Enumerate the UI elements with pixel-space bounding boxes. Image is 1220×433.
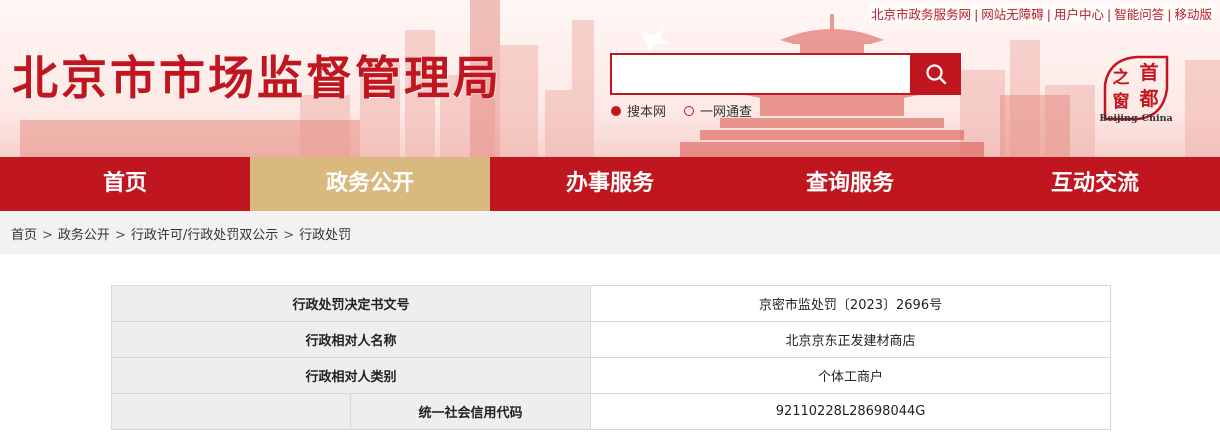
- capital-window-subtitle: Beijing-China: [1099, 113, 1173, 124]
- search-scope-all-label: 一网通查: [700, 105, 753, 120]
- nav-item-services[interactable]: 办事服务: [490, 157, 730, 211]
- breadcrumb-separator: >: [42, 228, 53, 243]
- breadcrumb-separator: >: [283, 228, 295, 243]
- nav-item-query[interactable]: 查询服务: [730, 157, 970, 211]
- row-label-doc-number: 行政处罚决定书文号: [110, 285, 592, 322]
- site-header: 北京市政务服务网 | 网站无障碍 | 用户中心 | 智能问答 | 移动版 北京市市场监督管理局 …: [0, 0, 1220, 157]
- top-link-user-center[interactable]: 用户中心: [1054, 7, 1104, 22]
- separator: |: [1107, 7, 1112, 22]
- row-value-credit-code: 92110228L28698044G: [590, 393, 1112, 430]
- separator: |: [974, 7, 979, 22]
- search-button[interactable]: [910, 53, 961, 95]
- search-scope-all[interactable]: 一网通查: [684, 101, 752, 120]
- nav-item-interaction[interactable]: 互动交流: [970, 157, 1220, 211]
- svg-text:窗: 窗: [1113, 91, 1130, 112]
- main-nav: 首页 政务公开 办事服务 查询服务 互动交流: [0, 157, 1220, 211]
- row-value-doc-number: 京密市监处罚〔2023〕2696号: [590, 285, 1112, 322]
- table-row: 统一社会信用代码 92110228L28698044G: [111, 393, 1112, 430]
- table-row: 行政相对人类别 个体工商户: [110, 357, 1112, 394]
- top-links-bar: 北京市政务服务网 | 网站无障碍 | 用户中心 | 智能问答 | 移动版: [869, 4, 1214, 23]
- row-value-party-type: 个体工商户: [590, 357, 1112, 394]
- svg-text:首: 首: [1139, 61, 1158, 84]
- breadcrumb-double-publicity[interactable]: 行政许可/行政处罚双公示: [131, 228, 278, 243]
- breadcrumb-penalty[interactable]: 行政处罚: [299, 228, 351, 243]
- site-title[interactable]: 北京市市场监督管理局: [12, 42, 502, 108]
- top-link-mobile[interactable]: 移动版: [1174, 7, 1212, 22]
- row-label-credit-code: 统一社会信用代码: [349, 393, 592, 430]
- table-row: 行政处罚决定书文号 京密市监处罚〔2023〕2696号: [110, 285, 1112, 322]
- top-link-gov-service[interactable]: 北京市政务服务网: [871, 7, 971, 22]
- search-scope-site-label: 搜本网: [627, 105, 667, 120]
- row-label-party-name: 行政相对人名称: [110, 321, 592, 358]
- radio-unselected-icon: [684, 105, 694, 116]
- top-link-accessibility[interactable]: 网站无障碍: [981, 7, 1044, 22]
- svg-text:之: 之: [1113, 67, 1130, 88]
- breadcrumb-home[interactable]: 首页: [11, 228, 37, 243]
- radio-selected-icon: [611, 105, 621, 116]
- nav-item-home[interactable]: 首页: [0, 157, 250, 211]
- separator: |: [1046, 7, 1052, 22]
- breadcrumb-gov-affairs[interactable]: 政务公开: [58, 228, 110, 243]
- row-label-party-type: 行政相对人类别: [110, 357, 592, 394]
- breadcrumb-bar: 首页 > 政务公开 > 行政许可/行政处罚双公示 > 行政处罚: [0, 211, 1220, 254]
- breadcrumb-separator: >: [114, 228, 126, 243]
- table-row: 行政相对人名称 北京京东正发建材商店: [110, 321, 1112, 358]
- top-link-smart-qa[interactable]: 智能问答: [1114, 7, 1164, 22]
- nav-item-gov-affairs[interactable]: 政务公开: [250, 157, 490, 211]
- breadcrumb: 首页 > 政务公开 > 行政许可/行政处罚双公示 > 行政处罚: [11, 224, 351, 243]
- row-value-party-name: 北京京东正发建材商店: [590, 321, 1112, 358]
- search-scope-site[interactable]: 搜本网: [611, 101, 666, 120]
- separator: |: [1167, 7, 1172, 22]
- svg-text:都: 都: [1138, 88, 1158, 110]
- penalty-detail-table: 行政处罚决定书文号 京密市监处罚〔2023〕2696号 行政相对人名称 北京京东…: [110, 285, 1112, 430]
- search-input[interactable]: [610, 53, 912, 95]
- search-icon: [925, 64, 946, 85]
- row-group-cell: [111, 393, 351, 430]
